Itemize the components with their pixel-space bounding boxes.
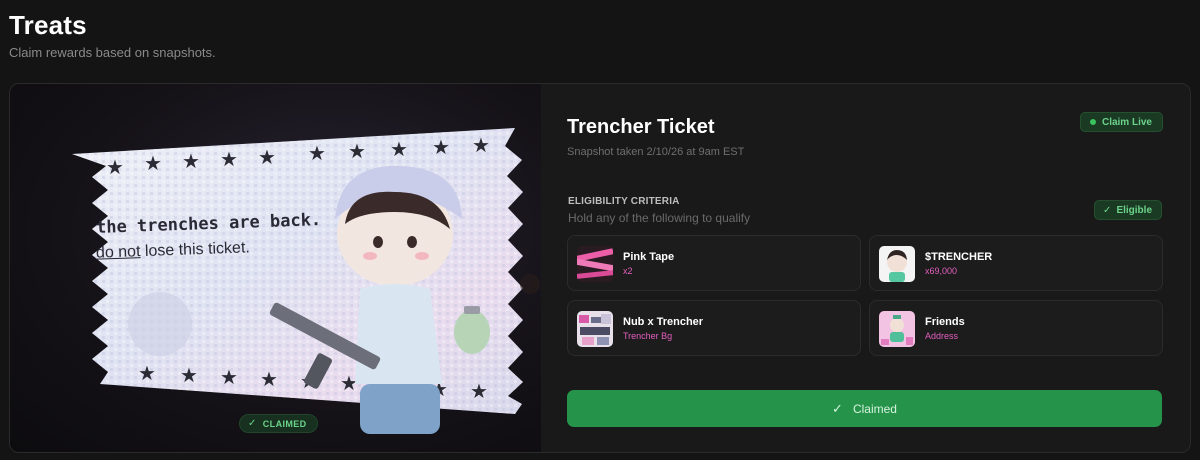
claimed-badge: ✓ CLAIMED [239,414,318,433]
claimed-button-label: Claimed [852,401,897,416]
ticket-title: Trencher Ticket [567,116,715,138]
friends-thumbnail [879,311,915,347]
svg-text:★: ★ [180,363,198,387]
nub-x-trencher-thumbnail [577,311,613,347]
claimed-badge-label: CLAIMED [262,418,307,429]
ticket-artwork: ★★★ ★★★ ★★★ ★ ★★★ ★★★ ★★ [10,84,541,452]
eligibility-item-trencher-token[interactable]: $TRENCHER x69,000 [869,235,1163,291]
snapshot-date: Snapshot taken 2/10/26 at 9am EST [567,146,745,158]
svg-text:★: ★ [470,379,488,403]
check-icon: ✓ [832,400,843,416]
eligibility-items: Pink Tape x2 $TRENCHER x69,000 Nub x Tre… [567,235,1163,357]
eligibility-item-friends[interactable]: Friends Address [869,300,1163,356]
trencher-token-thumbnail [879,246,915,282]
svg-text:★: ★ [220,365,238,389]
page-subtitle: Claim rewards based on snapshots. [9,45,216,60]
item-quantity: Address [925,331,959,341]
ticket-tagline-underlined: do not [95,243,141,262]
ticket-illustration: ★★★ ★★★ ★★★ ★ ★★★ ★★★ ★★ [72,128,540,434]
live-dot-icon [1089,119,1096,125]
item-name: Friends [925,316,965,328]
claim-status-badge: Claim Live [1079,112,1163,132]
svg-text:★: ★ [432,135,450,159]
eligibility-item-nub-x-trencher[interactable]: Nub x Trencher Trencher Bg [567,300,861,356]
item-quantity: x69,000 [925,266,958,276]
eligible-label: Eligible [1116,204,1152,216]
item-quantity: Trencher Bg [623,331,673,341]
claim-status-label: Claim Live [1101,116,1152,128]
eligibility-heading: ELIGIBILITY CRITERIA [568,196,680,207]
svg-text:★: ★ [472,133,490,157]
svg-text:★: ★ [348,139,366,163]
svg-text:★: ★ [258,145,276,169]
page-title: Treats [9,10,87,40]
claimed-button[interactable]: ✓ Claimed [567,390,1162,427]
svg-text:★: ★ [182,149,200,173]
svg-text:★: ★ [220,147,238,171]
item-quantity: x2 [623,266,633,276]
eligible-badge: ✓ Eligible [1094,200,1162,220]
item-name: Pink Tape [623,251,675,263]
eligibility-item-pink-tape[interactable]: Pink Tape x2 [567,235,861,291]
pink-tape-thumbnail [577,246,613,282]
check-icon: ✓ [248,418,257,429]
treat-card: ★★★ ★★★ ★★★ ★ ★★★ ★★★ ★★ [9,83,1191,453]
item-name: Nub x Trencher [623,316,704,328]
svg-text:★: ★ [138,361,156,385]
ticket-tagline-rest: lose this ticket. [140,239,251,261]
svg-text:★: ★ [260,367,278,391]
check-icon: ✓ [1103,204,1112,216]
svg-text:★: ★ [144,151,162,175]
svg-text:★: ★ [390,137,408,161]
svg-text:★: ★ [106,155,124,179]
eligibility-subheading: Hold any of the following to qualify [568,211,751,225]
ticket-details: Trencher Ticket Snapshot taken 2/10/26 a… [541,84,1190,452]
svg-text:★: ★ [308,141,326,165]
item-name: $TRENCHER [925,251,993,263]
